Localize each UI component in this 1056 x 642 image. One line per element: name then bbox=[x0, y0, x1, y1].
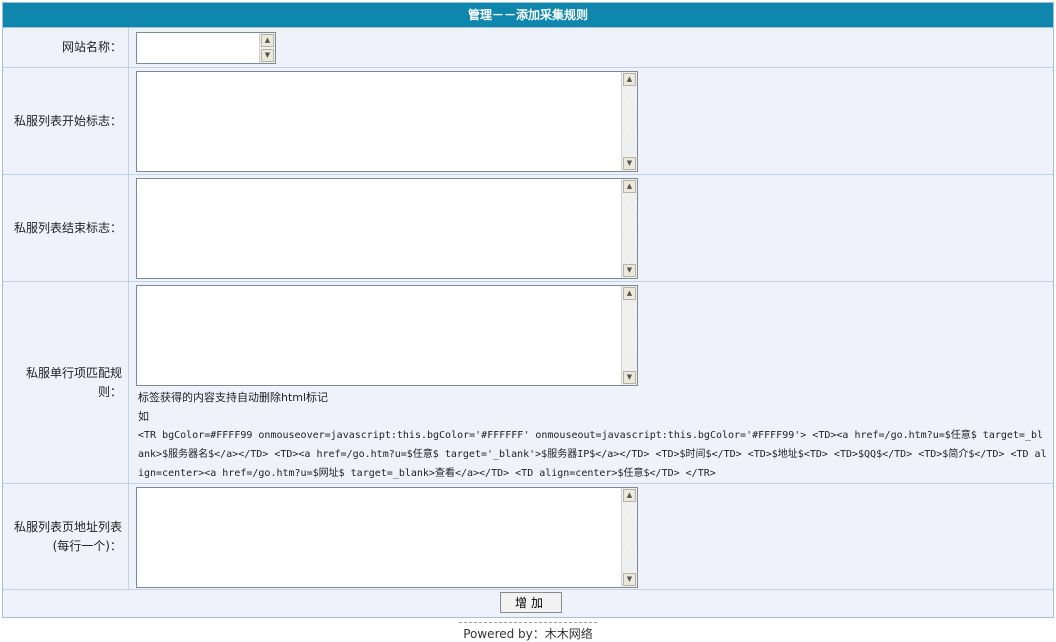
scroll-up-icon[interactable]: ▲ bbox=[261, 34, 274, 47]
row-site-name: 网站名称： ▲ ▼ bbox=[3, 28, 1053, 68]
footer: Powered by：木木网络 bbox=[0, 622, 1056, 642]
hint-code-example: <TR bgColor=#FFFF99 onmouseover=javascri… bbox=[138, 430, 1047, 479]
list-start-scrollbar[interactable]: ▲ ▼ bbox=[621, 72, 637, 171]
powered-by-text: Powered by：木木网络 bbox=[459, 622, 597, 642]
item-match-scrollbar[interactable]: ▲ ▼ bbox=[621, 286, 637, 385]
submit-row: 增加 bbox=[3, 590, 1053, 617]
scroll-down-icon[interactable]: ▼ bbox=[623, 264, 636, 277]
site-name-input[interactable]: ▲ ▼ bbox=[136, 32, 276, 64]
scroll-down-icon[interactable]: ▼ bbox=[623, 371, 636, 384]
scroll-up-icon[interactable]: ▲ bbox=[623, 73, 636, 86]
site-name-label: 网站名称： bbox=[3, 28, 129, 67]
list-end-label: 私服列表结束标志： bbox=[3, 175, 129, 281]
list-end-textarea[interactable]: ▲ ▼ bbox=[136, 178, 638, 279]
hint-line-2: 如 bbox=[138, 410, 149, 423]
item-match-textarea[interactable]: ▲ ▼ bbox=[136, 285, 638, 386]
list-urls-textarea[interactable]: ▲ ▼ bbox=[136, 487, 638, 588]
list-urls-label: 私服列表页地址列表(每行一个)： bbox=[3, 484, 129, 589]
row-item-match: 私服单行项匹配规则： ▲ ▼ 标签获得的内容支持自动删除html标记 如 <TR… bbox=[3, 282, 1053, 484]
scroll-down-icon[interactable]: ▼ bbox=[623, 573, 636, 586]
list-start-textarea[interactable]: ▲ ▼ bbox=[136, 71, 638, 172]
item-match-label: 私服单行项匹配规则： bbox=[3, 282, 129, 483]
hint-line-1: 标签获得的内容支持自动删除html标记 bbox=[138, 391, 329, 404]
list-end-scrollbar[interactable]: ▲ ▼ bbox=[621, 179, 637, 278]
row-list-start: 私服列表开始标志： ▲ ▼ bbox=[3, 68, 1053, 175]
match-rule-hint: 标签获得的内容支持自动删除html标记 如 <TR bgColor=#FFFF9… bbox=[138, 388, 1049, 483]
scroll-down-icon[interactable]: ▼ bbox=[261, 49, 274, 62]
row-list-end: 私服列表结束标志： ▲ ▼ bbox=[3, 175, 1053, 282]
list-urls-scrollbar[interactable]: ▲ ▼ bbox=[621, 488, 637, 587]
scroll-up-icon[interactable]: ▲ bbox=[623, 180, 636, 193]
form-panel: 管理－－添加采集规则 网站名称： ▲ ▼ 私服列表开始标志： ▲ ▼ 私服列表结… bbox=[2, 2, 1054, 618]
add-button[interactable]: 增加 bbox=[500, 592, 562, 613]
page-title: 管理－－添加采集规则 bbox=[3, 3, 1053, 28]
row-list-urls: 私服列表页地址列表(每行一个)： ▲ ▼ bbox=[3, 484, 1053, 590]
scroll-down-icon[interactable]: ▼ bbox=[623, 157, 636, 170]
scroll-up-icon[interactable]: ▲ bbox=[623, 287, 636, 300]
list-start-label: 私服列表开始标志： bbox=[3, 68, 129, 174]
site-name-scrollbar[interactable]: ▲ ▼ bbox=[259, 33, 275, 63]
scroll-up-icon[interactable]: ▲ bbox=[623, 489, 636, 502]
